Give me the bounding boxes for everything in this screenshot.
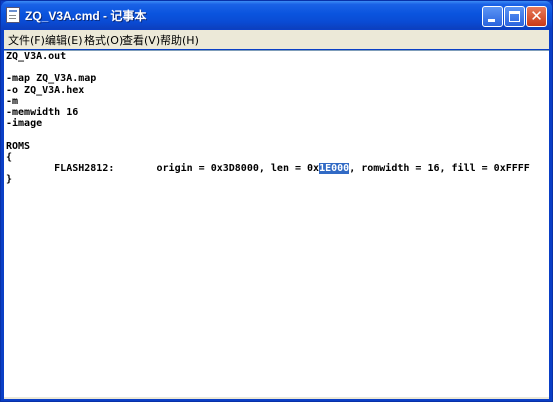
text-line: -m	[6, 95, 19, 107]
close-button[interactable]: ✕	[526, 6, 547, 27]
menu-edit[interactable]: 编辑(E)	[45, 32, 83, 48]
menu-view[interactable]: 查看(V)	[122, 32, 160, 48]
menu-help[interactable]: 帮助(H)	[160, 32, 199, 48]
flash-line: FLASH2812: origin = 0x3D8000, len = 0x1E…	[6, 162, 549, 174]
text-editor-area[interactable]: ZQ_V3A.out -map ZQ_V3A.map -o ZQ_V3A.hex -m…	[4, 50, 549, 398]
text-line: -image	[6, 118, 43, 130]
text-line	[6, 129, 549, 140]
text-line: }	[6, 174, 13, 186]
text-line: -map ZQ_V3A.map	[6, 73, 97, 85]
menu-bar: 文件(F) 编辑(E) 格式(O) 查看(V) 帮助(H)	[4, 30, 549, 49]
title-bar[interactable]: ZQ_V3A.cmd - 记事本 ✕	[1, 1, 552, 29]
notepad-icon[interactable]	[6, 7, 20, 23]
maximize-button[interactable]	[504, 6, 525, 27]
close-icon: ✕	[530, 7, 543, 25]
text-line	[6, 62, 549, 73]
text-line: ZQ_V3A.out	[6, 51, 67, 62]
text-line: -memwidth 16	[6, 106, 79, 118]
text-line: ROMS	[6, 140, 31, 152]
window-title: ZQ_V3A.cmd - 记事本	[25, 9, 147, 23]
menu-format[interactable]: 格式(O)	[84, 32, 123, 48]
flash-line-prefix: FLASH2812: origin = 0x3D8000, len = 0x	[6, 162, 320, 174]
minimize-button[interactable]	[482, 6, 503, 27]
document-text[interactable]: ZQ_V3A.out -map ZQ_V3A.map -o ZQ_V3A.hex -m…	[4, 51, 549, 398]
text-line: {	[6, 151, 13, 163]
menu-file[interactable]: 文件(F)	[8, 32, 45, 48]
flash-line-suffix: , romwidth = 16, fill = 0xFFFF	[349, 162, 530, 174]
text-line: -o ZQ_V3A.hex	[6, 84, 85, 96]
selected-text[interactable]: 1E000	[319, 162, 350, 174]
window-bottom-frame	[4, 397, 549, 399]
notepad-window: ZQ_V3A.cmd - 记事本 ✕ 文件(F) 编辑(E) 格式(O) 查看(…	[0, 0, 553, 402]
